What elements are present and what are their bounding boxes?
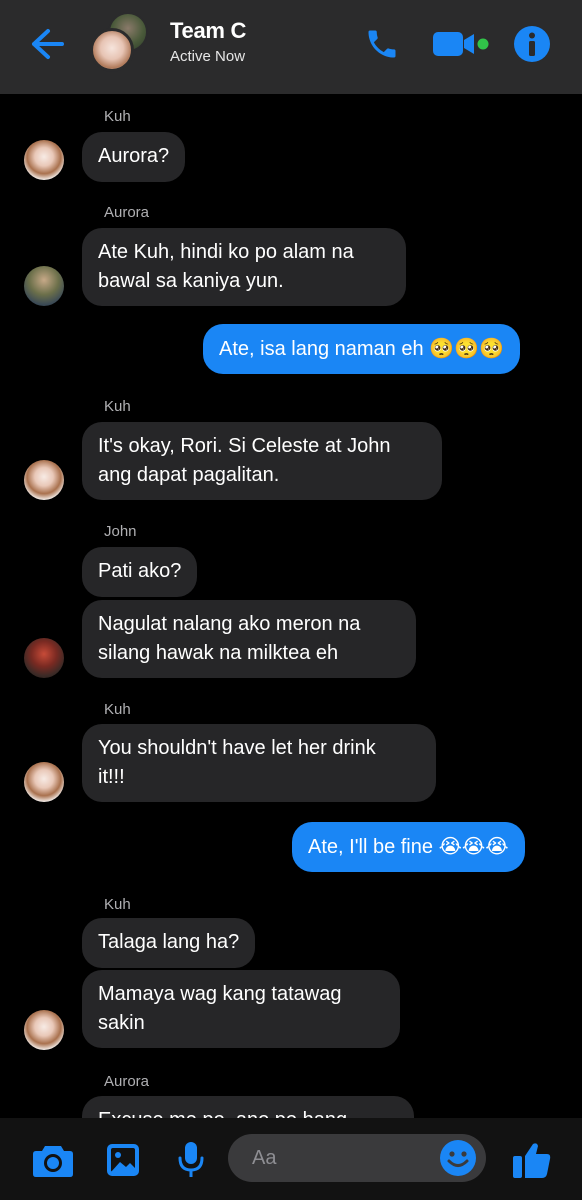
message-bubble[interactable]: Aurora? [82, 132, 186, 182]
sender-name: Aurora [104, 204, 150, 221]
smiley-icon [440, 1140, 476, 1176]
thumbs-up-icon [513, 1143, 551, 1178]
message-text: bawal sa kaniya yun. [98, 270, 284, 292]
call-button[interactable] [360, 24, 404, 64]
image-icon [107, 1144, 139, 1176]
message-text: silang hawak na milktea eh [98, 642, 339, 664]
sender-name: John [104, 523, 137, 540]
chat-screen: Team C Active Now Kuh Aurora? Aurora Ate… [0, 0, 582, 1200]
message-text: Ate, I'll be fine [308, 836, 433, 858]
camera-icon [33, 1146, 73, 1177]
gallery-button[interactable] [104, 1140, 142, 1180]
composer-bar [0, 1118, 582, 1200]
avatar[interactable] [24, 460, 64, 500]
message-text: Aurora? [98, 145, 170, 167]
message-bubble[interactable]: You shouldn't have let her drink it!!! [82, 724, 436, 802]
avatar [90, 28, 134, 72]
message-text: it!!! [98, 766, 125, 788]
crying-face-emoji: 😭😭😭 [438, 834, 509, 858]
group-avatar[interactable] [90, 12, 156, 74]
voice-message-button[interactable] [174, 1140, 208, 1180]
video-call-button[interactable] [430, 24, 492, 64]
sender-name: Kuh [104, 398, 131, 415]
message-bubble[interactable]: Talaga lang ha? [82, 918, 256, 968]
message-bubble-outgoing[interactable]: Ate, I'll be fine 😭😭😭 [292, 822, 525, 872]
conversation-info[interactable]: Team C Active Now [170, 18, 246, 65]
message-bubble[interactable]: Ate Kuh, hindi ko po alam na bawal sa ka… [82, 228, 406, 306]
active-status: Active Now [170, 48, 246, 65]
emoji-button[interactable] [438, 1138, 478, 1178]
back-arrow-icon [32, 29, 64, 59]
message-text: Nagulat nalang ako meron na [98, 613, 361, 635]
message-bubble[interactable]: Mamaya wag kang tatawag sakin [82, 970, 400, 1048]
message-bubble[interactable]: Nagulat nalang ako meron na silang hawak… [82, 600, 416, 678]
avatar[interactable] [24, 140, 64, 180]
avatar[interactable] [24, 266, 64, 306]
message-text: You shouldn't have let her drink [98, 737, 376, 759]
message-text: ang dapat pagalitan. [98, 464, 280, 486]
microphone-icon [178, 1142, 204, 1177]
sender-name: Kuh [104, 701, 131, 718]
message-text: Mamaya wag kang tatawag [98, 983, 342, 1005]
camera-button[interactable] [30, 1140, 76, 1180]
message-text: Ate, isa lang naman eh [219, 338, 424, 360]
info-button[interactable] [512, 24, 552, 64]
message-text: Pati ako? [98, 560, 182, 582]
message-text: Ate Kuh, hindi ko po alam na [98, 241, 354, 263]
message-bubble[interactable]: Pati ako? [82, 547, 198, 597]
avatar[interactable] [24, 638, 64, 678]
avatar[interactable] [24, 762, 64, 802]
message-text: It's okay, Rori. Si Celeste at John [98, 435, 391, 457]
sender-name: Kuh [104, 896, 131, 913]
message-text: Talaga lang ha? [98, 931, 240, 953]
back-button[interactable] [24, 24, 68, 64]
sender-name: Kuh [104, 108, 131, 125]
info-icon [514, 26, 550, 62]
message-bubble[interactable]: It's okay, Rori. Si Celeste at John ang … [82, 422, 442, 500]
phone-icon [368, 30, 396, 58]
sender-name: Aurora [104, 1073, 150, 1090]
like-button[interactable] [510, 1140, 554, 1180]
message-text: sakin [98, 1012, 145, 1034]
message-bubble-outgoing[interactable]: Ate, isa lang naman eh 🥺🥺🥺 [203, 324, 520, 374]
pleading-face-emoji: 🥺🥺🥺 [429, 336, 504, 360]
chat-header: Team C Active Now [0, 0, 582, 94]
avatar[interactable] [24, 1010, 64, 1050]
video-camera-icon [433, 32, 489, 56]
conversation-title: Team C [170, 18, 247, 43]
